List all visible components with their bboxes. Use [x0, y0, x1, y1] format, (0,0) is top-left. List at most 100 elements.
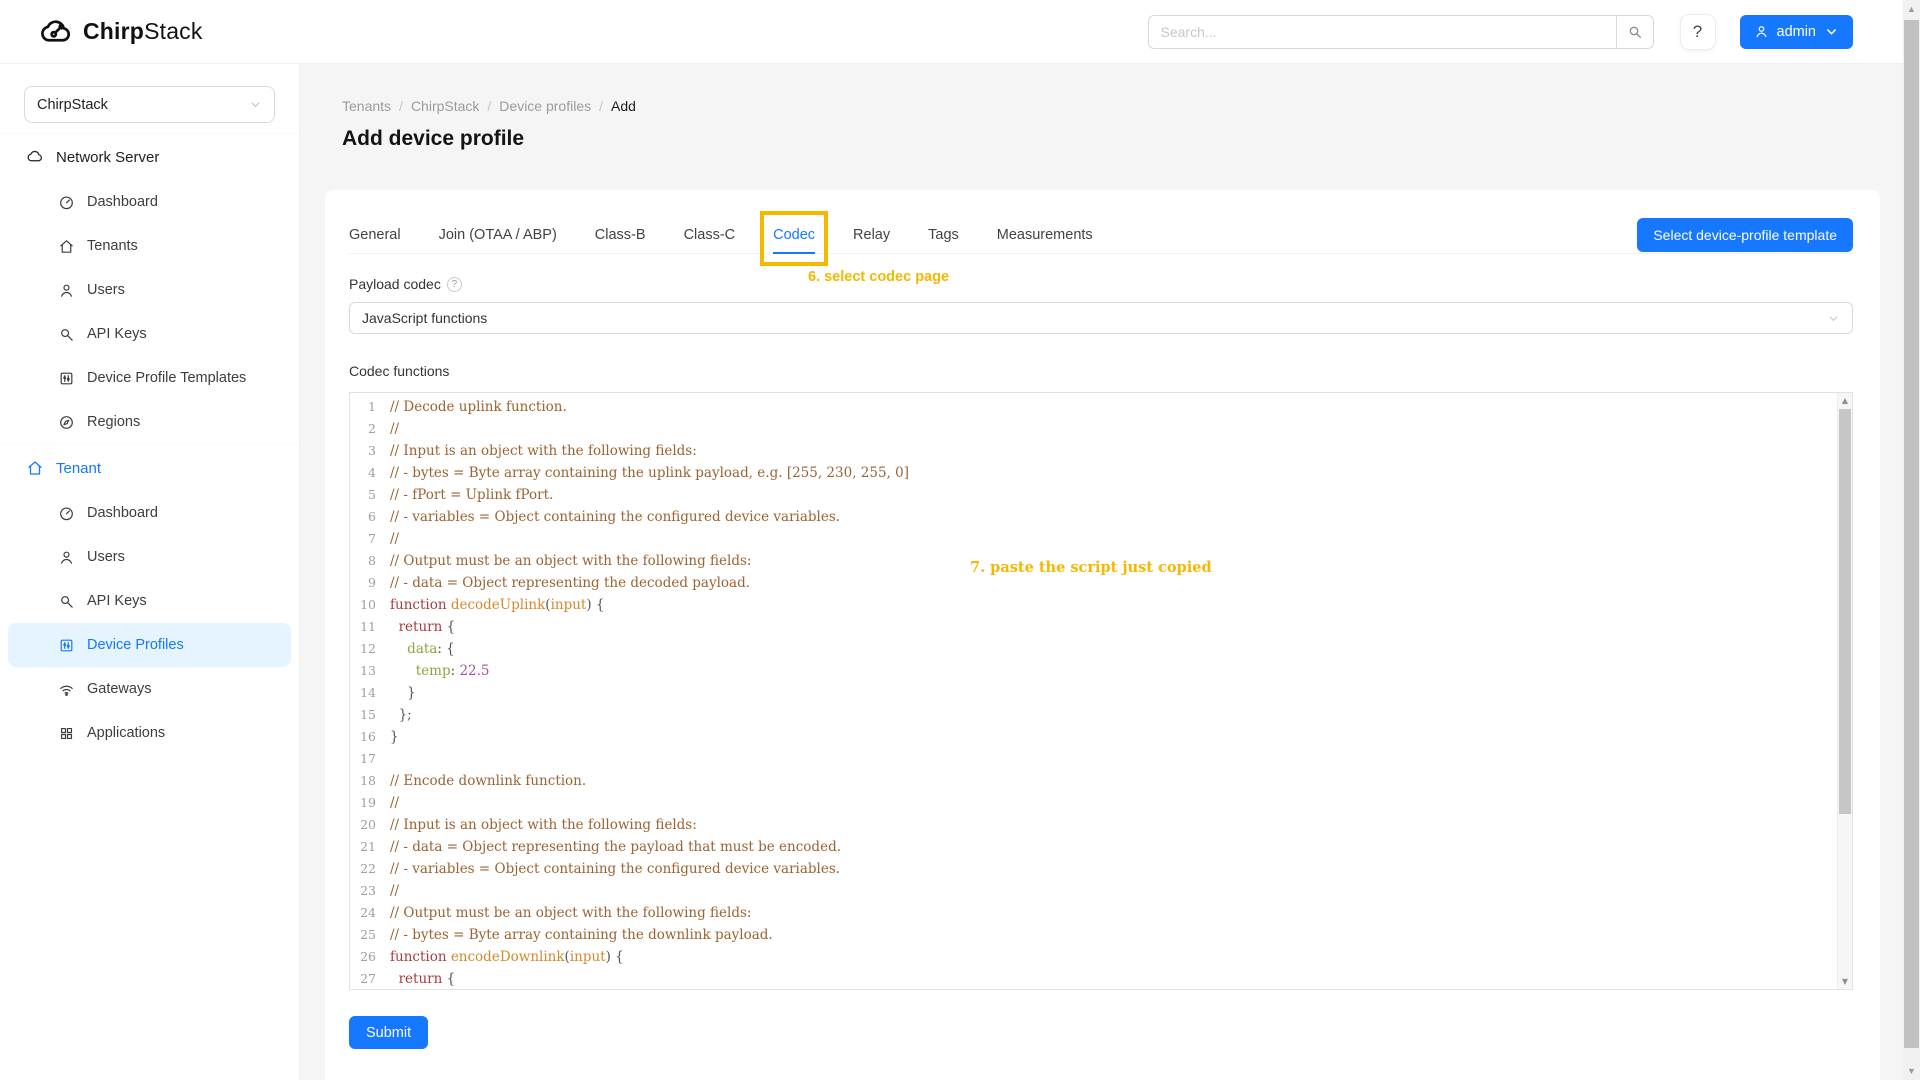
code-text: // Output must be an object with the fol… [390, 550, 751, 572]
top-header: ChirpStack ? admin [0, 0, 1920, 64]
annotation-step6: 6. select codec page [808, 269, 949, 285]
annotation-step7: 7. paste the script just copied [970, 559, 1212, 576]
tab-measurements[interactable]: Measurements [997, 216, 1093, 253]
home-icon [58, 238, 75, 255]
codec-functions-label-text: Codec functions [349, 363, 449, 379]
tab-label: General [349, 227, 401, 243]
sidebar-item-users[interactable]: Users [0, 535, 299, 579]
search-icon [1627, 24, 1643, 40]
scroll-up-icon[interactable]: ▲ [1838, 396, 1852, 405]
sidebar-item-api-keys[interactable]: API Keys [0, 312, 299, 356]
tab-codec[interactable]: Codec [773, 216, 815, 253]
admin-menu-button[interactable]: admin [1740, 15, 1854, 49]
code-text: function encodeDownlink(input) { [390, 946, 624, 968]
line-number: 17 [350, 748, 390, 770]
code-line: 6// - variables = Object containing the … [350, 506, 1837, 528]
sidebar-item-device-profiles[interactable]: Device Profiles [8, 623, 291, 667]
dashboard-icon [58, 505, 75, 522]
scroll-down-icon[interactable]: ▼ [1903, 1066, 1920, 1076]
sidebar-item-tenants[interactable]: Tenants [0, 224, 299, 268]
code-text: // [390, 528, 399, 550]
line-number: 10 [350, 594, 390, 616]
sidebar-group-tenant[interactable]: Tenant [0, 444, 299, 491]
code-line: 23// [350, 880, 1837, 902]
code-text: // [390, 880, 399, 902]
breadcrumb-device-profiles[interactable]: Device profiles [499, 98, 591, 114]
sidebar-item-api-keys[interactable]: API Keys [0, 579, 299, 623]
home-icon [26, 459, 44, 477]
sidebar-item-gateways[interactable]: Gateways [0, 667, 299, 711]
help-button[interactable]: ? [1680, 14, 1716, 50]
compass-icon [58, 414, 75, 431]
device-profile-card: General Join (OTAA / ABP) Class-B Class-C Co… [325, 190, 1880, 1080]
sidebar-group-label: Network Server [56, 149, 159, 166]
user-icon [58, 282, 75, 299]
search-input[interactable] [1148, 15, 1616, 49]
line-number: 27 [350, 968, 390, 990]
line-number: 16 [350, 726, 390, 748]
brand-light: Stack [144, 18, 203, 44]
code-text: temp: 22.5 [390, 660, 490, 682]
sidebar-item-dashboard[interactable]: Dashboard [0, 180, 299, 224]
code-text: data: { [390, 638, 455, 660]
code-line: 14 } [350, 682, 1837, 704]
tab-join-otaa-abp[interactable]: Join (OTAA / ABP) [439, 216, 557, 253]
sidebar-item-dashboard[interactable]: Dashboard [0, 491, 299, 535]
search-button[interactable] [1616, 15, 1654, 49]
breadcrumb-tenants[interactable]: Tenants [342, 98, 391, 114]
sidebar-item-device-profile-templates[interactable]: Device Profile Templates [0, 356, 299, 400]
tab-class-b[interactable]: Class-B [595, 216, 646, 253]
sidebar-item-users[interactable]: Users [0, 268, 299, 312]
code-line: 3// Input is an object with the followin… [350, 440, 1837, 462]
line-number: 2 [350, 418, 390, 440]
scroll-down-icon[interactable]: ▼ [1838, 977, 1852, 986]
code-text: // - bytes = Byte array containing the u… [390, 462, 909, 484]
sidebar-item-label: Users [87, 282, 125, 298]
code-text: // [390, 792, 399, 814]
code-line: 21// - data = Object representing the pa… [350, 836, 1837, 858]
tab-relay[interactable]: Relay [853, 216, 890, 253]
sidebar-group-network-server[interactable]: Network Server [0, 133, 299, 180]
code-text: // - variables = Object containing the c… [390, 858, 840, 880]
chevron-down-icon [1827, 312, 1840, 325]
sidebar-item-applications[interactable]: Applications [0, 711, 299, 755]
codec-editor[interactable]: 1// Decode uplink function.2 // 3// Input … [349, 392, 1853, 990]
code-line: 15 }; [350, 704, 1837, 726]
tab-label: Relay [853, 227, 890, 243]
code-line: 27 return { [350, 968, 1837, 990]
code-line: 25// - bytes = Byte array containing the… [350, 924, 1837, 946]
tab-general[interactable]: General [349, 216, 401, 253]
editor-scrollbar-thumb[interactable] [1839, 409, 1851, 814]
code-line: 20// Input is an object with the followi… [350, 814, 1837, 836]
user-icon [58, 549, 75, 566]
line-number: 9 [350, 572, 390, 594]
line-number: 18 [350, 770, 390, 792]
sidebar-item-label: Dashboard [87, 194, 158, 210]
organization-select[interactable]: ChirpStack [24, 86, 275, 123]
tab-class-c[interactable]: Class-C [684, 216, 736, 253]
code-line: 10function decodeUplink(input) { [350, 594, 1837, 616]
breadcrumb-chirpstack[interactable]: ChirpStack [411, 98, 479, 114]
code-line: 1// Decode uplink function. [350, 396, 1837, 418]
payload-codec-select[interactable]: JavaScript functions [349, 302, 1853, 334]
code-line: 16} [350, 726, 1837, 748]
editor-scrollbar[interactable]: ▲ ▼ [1837, 393, 1852, 989]
breadcrumb-separator: / [487, 98, 491, 114]
main-content: Tenants/ChirpStack/Device profiles/Add A… [301, 64, 1903, 1080]
page-scrollbar-thumb[interactable] [1904, 20, 1919, 1048]
sidebar-item-label: Regions [87, 414, 140, 430]
template-icon [58, 637, 75, 654]
sidebar-item-regions[interactable]: Regions [0, 400, 299, 444]
chevron-down-icon [249, 98, 262, 111]
submit-button[interactable]: Submit [349, 1016, 428, 1049]
cloud-icon [26, 148, 44, 166]
scroll-up-icon[interactable]: ▲ [1903, 4, 1920, 14]
code-line: 13 temp: 22.5 [350, 660, 1837, 682]
tab-label: Join (OTAA / ABP) [439, 227, 557, 243]
sidebar-item-label: Device Profiles [87, 637, 184, 653]
page-scrollbar[interactable]: ▲ ▼ [1903, 0, 1920, 1080]
select-template-button[interactable]: Select device-profile template [1637, 218, 1853, 252]
line-number: 15 [350, 704, 390, 726]
tab-tags[interactable]: Tags [928, 216, 959, 253]
tab-label: Measurements [997, 227, 1093, 243]
